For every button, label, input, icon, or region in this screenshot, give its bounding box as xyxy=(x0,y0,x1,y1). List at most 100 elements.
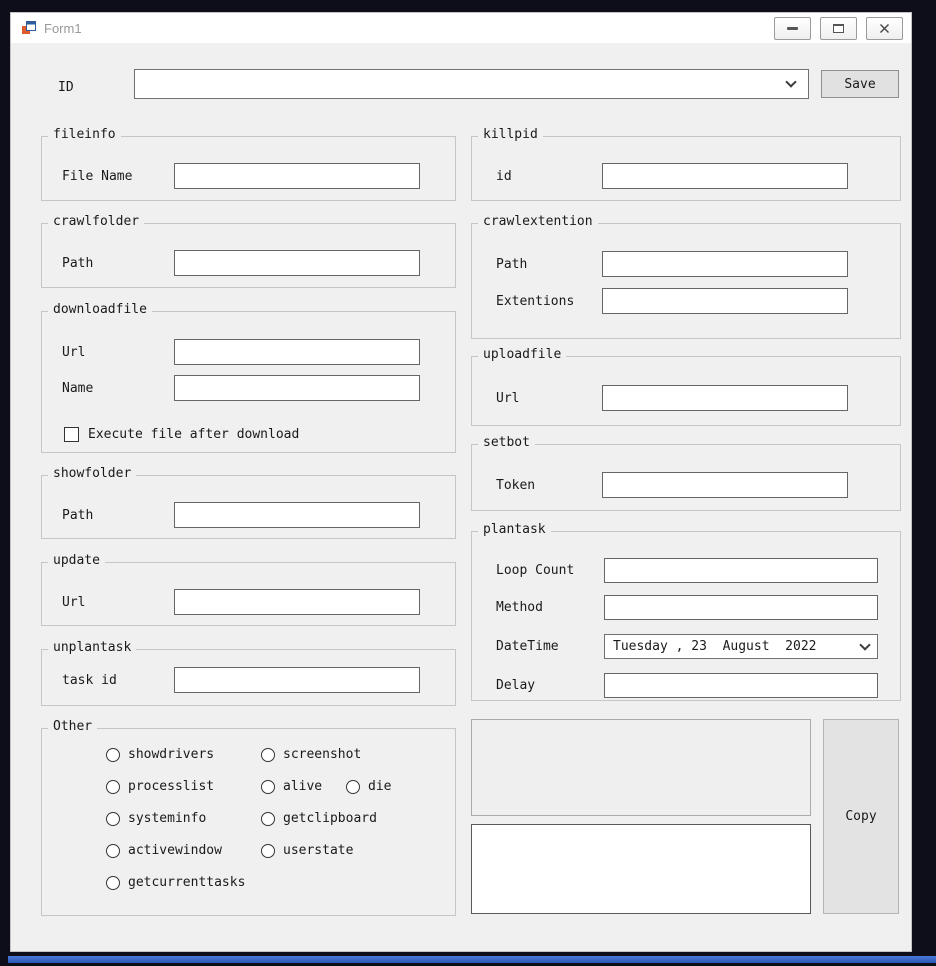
plantask-loop-count-input[interactable] xyxy=(604,558,878,583)
field-row: Delay xyxy=(472,673,900,698)
uploadfile-url-input[interactable] xyxy=(602,385,848,411)
downloadfile-name-label: Name xyxy=(42,381,174,396)
field-row: Path xyxy=(472,251,900,277)
radio-processlist-label: processlist xyxy=(128,779,214,794)
downloadfile-url-input[interactable] xyxy=(174,339,420,365)
group-setbot: setbot Token xyxy=(471,444,901,511)
group-fileinfo: fileinfo File Name xyxy=(41,136,456,201)
execute-after-download-checkbox[interactable] xyxy=(64,427,79,442)
unplantask-task-id-input[interactable] xyxy=(174,667,420,693)
radio-row: processlist alive die xyxy=(42,779,455,794)
close-icon xyxy=(879,23,890,34)
group-killpid-title: killpid xyxy=(478,127,543,142)
unplantask-task-id-label: task id xyxy=(42,673,174,688)
radio-die-label: die xyxy=(368,779,391,794)
group-uploadfile-title: uploadfile xyxy=(478,347,566,362)
radio-row: showdrivers screenshot xyxy=(42,747,455,762)
checkbox-row: Execute file after download xyxy=(42,427,455,442)
plantask-loop-count-label: Loop Count xyxy=(472,563,604,578)
killpid-id-label: id xyxy=(472,169,602,184)
field-row: File Name xyxy=(42,163,455,189)
update-url-input[interactable] xyxy=(174,589,420,615)
radio-getclipboard-label: getclipboard xyxy=(283,811,377,826)
radio-getcurrenttasks-label: getcurrenttasks xyxy=(128,875,245,890)
result-output-box[interactable] xyxy=(471,719,811,816)
group-crawlextention-title: crawlextention xyxy=(478,214,598,229)
plantask-method-input[interactable] xyxy=(604,595,878,620)
minimize-icon xyxy=(787,27,798,30)
radio-screenshot-label: screenshot xyxy=(283,747,361,762)
field-row: Path xyxy=(42,502,455,528)
group-plantask: plantask Loop Count Method DateTime Tues… xyxy=(471,531,901,701)
group-unplantask-title: unplantask xyxy=(48,640,136,655)
group-plantask-title: plantask xyxy=(478,522,551,537)
radio-showdrivers-label: showdrivers xyxy=(128,747,214,762)
group-crawlextention: crawlextention Path Extentions xyxy=(471,223,901,339)
radio-icon xyxy=(261,780,275,794)
radio-icon xyxy=(346,780,360,794)
radio-getcurrenttasks[interactable]: getcurrenttasks xyxy=(106,875,245,890)
group-update-title: update xyxy=(48,553,105,568)
app-window: Form1 ID Save fileinfo File xyxy=(10,12,912,952)
radio-icon xyxy=(106,844,120,858)
crawlextention-extentions-input[interactable] xyxy=(602,288,848,314)
titlebar[interactable]: Form1 xyxy=(11,13,911,43)
group-other: Other showdrivers screenshot processlist xyxy=(41,728,456,916)
save-button[interactable]: Save xyxy=(821,70,899,98)
maximize-button[interactable] xyxy=(820,17,857,40)
showfolder-path-input[interactable] xyxy=(174,502,420,528)
field-row: Url xyxy=(472,385,900,411)
close-button[interactable] xyxy=(866,17,903,40)
radio-processlist[interactable]: processlist xyxy=(106,779,261,794)
group-other-title: Other xyxy=(48,719,97,734)
crawlfolder-path-input[interactable] xyxy=(174,250,420,276)
crawlextention-path-input[interactable] xyxy=(602,251,848,277)
group-downloadfile-title: downloadfile xyxy=(48,302,152,317)
plantask-method-label: Method xyxy=(472,600,604,615)
field-row: id xyxy=(472,163,900,189)
killpid-id-input[interactable] xyxy=(602,163,848,189)
radio-alive[interactable]: alive xyxy=(261,779,346,794)
radio-screenshot[interactable]: screenshot xyxy=(261,747,361,762)
group-crawlfolder: crawlfolder Path xyxy=(41,223,456,288)
radio-systeminfo[interactable]: systeminfo xyxy=(106,811,261,826)
crawlfolder-path-label: Path xyxy=(42,256,174,271)
radio-userstate[interactable]: userstate xyxy=(261,843,353,858)
plantask-delay-input[interactable] xyxy=(604,673,878,698)
group-crawlfolder-title: crawlfolder xyxy=(48,214,144,229)
maximize-icon xyxy=(833,24,844,33)
group-downloadfile: downloadfile Url Name Execute file after… xyxy=(41,311,456,453)
file-name-input[interactable] xyxy=(174,163,420,189)
downloadfile-name-input[interactable] xyxy=(174,375,420,401)
window-title: Form1 xyxy=(44,21,82,36)
execute-after-download-label: Execute file after download xyxy=(88,427,299,442)
id-label: ID xyxy=(58,80,74,95)
field-row: DateTime Tuesday , 23 August 2022 xyxy=(472,634,900,659)
setbot-token-input[interactable] xyxy=(602,472,848,498)
datetime-picker[interactable]: Tuesday , 23 August 2022 xyxy=(604,634,878,659)
field-row: Extentions xyxy=(472,288,900,314)
radio-activewindow[interactable]: activewindow xyxy=(106,843,261,858)
minimize-button[interactable] xyxy=(774,17,811,40)
radio-die[interactable]: die xyxy=(346,779,391,794)
radio-icon xyxy=(106,780,120,794)
group-showfolder: showfolder Path xyxy=(41,475,456,539)
radio-activewindow-label: activewindow xyxy=(128,843,222,858)
group-fileinfo-title: fileinfo xyxy=(48,127,121,142)
update-url-label: Url xyxy=(42,595,174,610)
log-output-box[interactable] xyxy=(471,824,811,914)
chevron-down-icon xyxy=(785,76,796,87)
field-row: Loop Count xyxy=(472,558,900,583)
group-setbot-title: setbot xyxy=(478,435,535,450)
id-combobox[interactable] xyxy=(134,69,809,99)
radio-showdrivers[interactable]: showdrivers xyxy=(106,747,261,762)
chevron-down-icon xyxy=(859,639,870,650)
taskbar-accent-strip xyxy=(8,956,936,963)
radio-getclipboard[interactable]: getclipboard xyxy=(261,811,377,826)
radio-alive-label: alive xyxy=(283,779,322,794)
group-killpid: killpid id xyxy=(471,136,901,201)
copy-button[interactable]: Copy xyxy=(823,719,899,914)
field-row: Method xyxy=(472,595,900,620)
datetime-picker-value: Tuesday , 23 August 2022 xyxy=(613,639,817,654)
crawlextention-extentions-label: Extentions xyxy=(472,294,602,309)
